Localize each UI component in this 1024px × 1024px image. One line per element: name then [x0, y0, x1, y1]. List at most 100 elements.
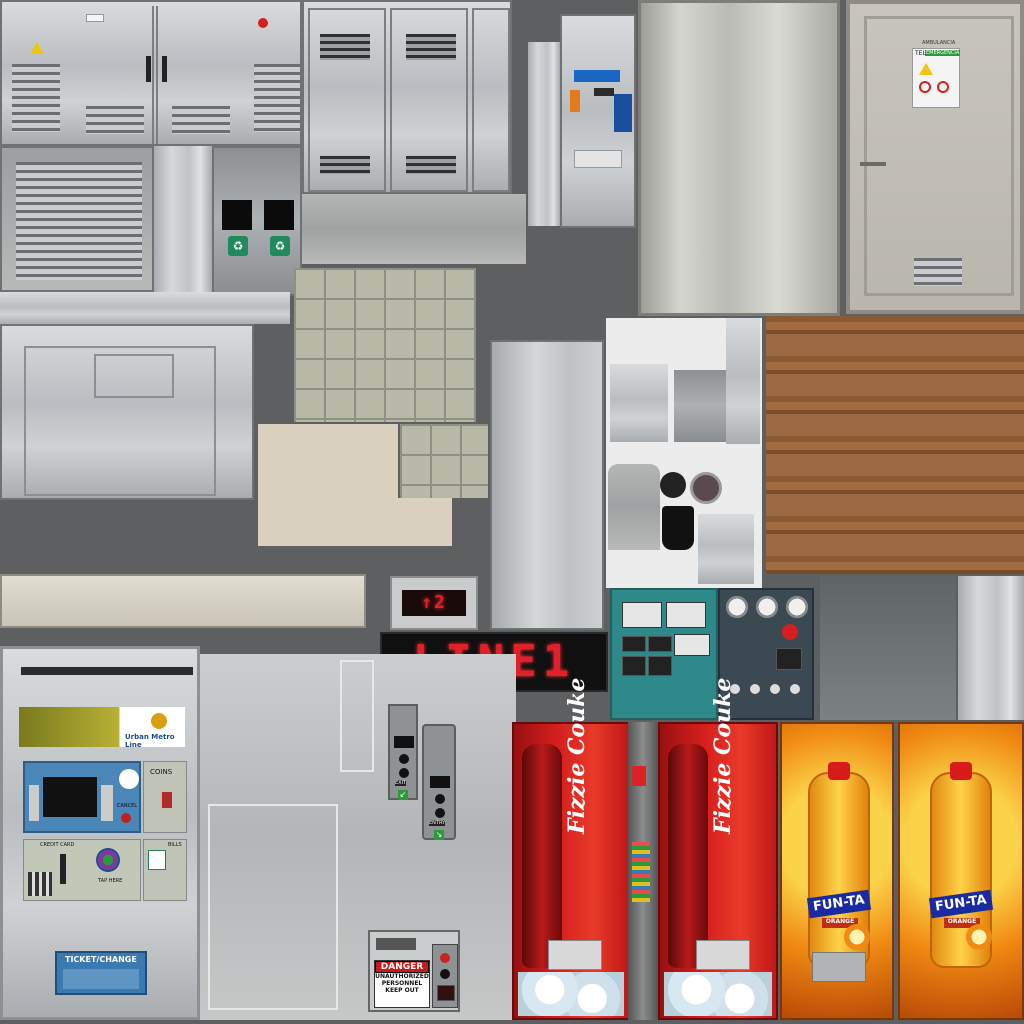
vending-cola-front-b: Fizzie Couke — [658, 678, 778, 1020]
emergency-button — [782, 624, 798, 640]
keypad-right — [101, 785, 113, 821]
cola-brand: Fizzie Couke — [710, 677, 736, 834]
bin-slot-left — [222, 200, 252, 230]
ticket-change-tray[interactable]: TICKET/CHANGE — [55, 951, 147, 995]
door-handle — [860, 162, 886, 166]
exit-label: EXIT — [395, 780, 407, 786]
tray-slot — [63, 969, 139, 989]
coin-slot[interactable] — [162, 792, 172, 808]
bench-leg — [958, 576, 1024, 720]
floor-panel — [302, 194, 526, 264]
ticket-screen — [43, 777, 97, 817]
exit-screen — [394, 736, 414, 748]
bill-slot[interactable] — [148, 850, 166, 870]
credit-card-label: CREDIT CARD — [40, 842, 75, 848]
part-bracket — [698, 514, 754, 584]
danger-line3: KEEP OUT — [385, 987, 419, 994]
cola-brand: Fizzie Couke — [564, 677, 590, 834]
entry-reader: ENTRY ↘ — [422, 724, 456, 840]
bench-top — [820, 576, 956, 720]
part-panel-b — [674, 370, 728, 442]
intercom-button — [594, 88, 614, 96]
top-slot — [21, 667, 193, 675]
elevator-call-panel — [432, 944, 458, 1008]
control-panel — [610, 588, 718, 720]
knob — [750, 684, 760, 694]
ice-cubes — [664, 972, 772, 1016]
vending-orange-front-a: FUN-TA ORANGE — [780, 722, 894, 1020]
keypad-left — [29, 785, 39, 821]
orange-notice — [570, 90, 580, 112]
texture-atlas: ♻ ♻ TEL EMERGENCIA AMBULANCIA ↑2 Urban M… — [0, 0, 1024, 1024]
locker-vent-lower-right — [406, 156, 456, 174]
pressure-gauge-icon — [784, 594, 810, 620]
entry-label: ENTRY — [429, 820, 446, 826]
ice-cubes — [518, 972, 624, 1016]
electrical-cabinet — [0, 0, 302, 146]
panel-meter — [666, 602, 706, 628]
cancel-button[interactable] — [121, 813, 131, 823]
notice-green: EMERGENCIA — [925, 50, 961, 56]
vending-orange-front-b: FUN-TA ORANGE — [898, 722, 1024, 1020]
intercom-side — [528, 42, 560, 226]
coins-label: COINS — [150, 768, 173, 776]
entry-light — [435, 794, 445, 804]
danger-title: DANGER — [375, 961, 429, 973]
ticket-change-label: TICKET/CHANGE — [65, 955, 137, 964]
grille-small-left — [86, 106, 144, 134]
product-window — [696, 940, 750, 970]
bin-slot-right — [264, 200, 294, 230]
intercom-panel — [560, 14, 636, 228]
no-entry-icon — [937, 81, 949, 93]
call-button[interactable] — [440, 953, 450, 963]
safety-notice: TEL EMERGENCIA — [912, 48, 961, 108]
arrow-down-left-icon: ↙ — [398, 790, 408, 800]
panel-switch — [648, 636, 672, 652]
electrical-room-door: TEL EMERGENCIA AMBULANCIA — [846, 0, 1024, 314]
status-plate — [574, 150, 622, 168]
access-panel-handle — [94, 354, 174, 398]
pressure-gauge-icon — [754, 594, 780, 620]
vending-cola-front-a: Fizzie Couke — [512, 678, 630, 1020]
recycle-icon: ♻ — [270, 236, 290, 256]
wood-crate — [766, 316, 1024, 574]
exit-reader: EXIT ↙ — [388, 704, 418, 800]
danger-box-slot — [376, 938, 416, 950]
card-slot[interactable] — [60, 854, 66, 884]
blue-notice — [614, 94, 632, 132]
fare-machine: Urban Metro Line CANCEL COINS CREDIT CAR… — [0, 646, 200, 1020]
product-window — [548, 940, 602, 970]
grille-small-right — [172, 106, 230, 134]
metal-shelf-strip — [0, 292, 290, 324]
exit-light — [399, 768, 409, 778]
panel-switch — [622, 636, 646, 652]
brand-banner: Urban Metro Line — [19, 707, 185, 749]
panel-meter — [622, 602, 662, 628]
no-entry-icon — [258, 18, 268, 28]
service-door-tall — [490, 340, 604, 630]
selection-buttons[interactable] — [632, 842, 650, 902]
entry-light — [435, 808, 445, 818]
selection-label — [632, 766, 646, 786]
vending-button-strip — [628, 722, 658, 1020]
danger-line2: PERSONNEL — [381, 980, 423, 987]
door-handle-left — [146, 56, 151, 82]
concrete-step — [258, 424, 398, 546]
orange-slice-icon — [844, 924, 870, 950]
tap-here-label: TAP HERE — [98, 878, 123, 884]
bills-panel: BILLS — [143, 839, 187, 901]
panel-label — [86, 14, 104, 22]
parts-sheet — [606, 318, 762, 588]
platform-sign: ↑2 — [390, 576, 478, 630]
locker-vent-lower-left — [320, 156, 370, 174]
entry-screen — [430, 776, 450, 788]
danger-sign: DANGER UNAUTHORIZED PERSONNEL KEEP OUT — [374, 960, 430, 1008]
call-button[interactable] — [440, 969, 450, 979]
floor-indicator — [437, 985, 455, 1001]
steel-door — [638, 0, 840, 316]
locker-vent-upper-right — [406, 34, 456, 60]
contactless-reader[interactable] — [96, 848, 120, 872]
exit-light — [399, 754, 409, 764]
vent-grille-left — [12, 64, 60, 132]
danger-box: DANGER UNAUTHORIZED PERSONNEL KEEP OUT — [368, 930, 460, 1012]
